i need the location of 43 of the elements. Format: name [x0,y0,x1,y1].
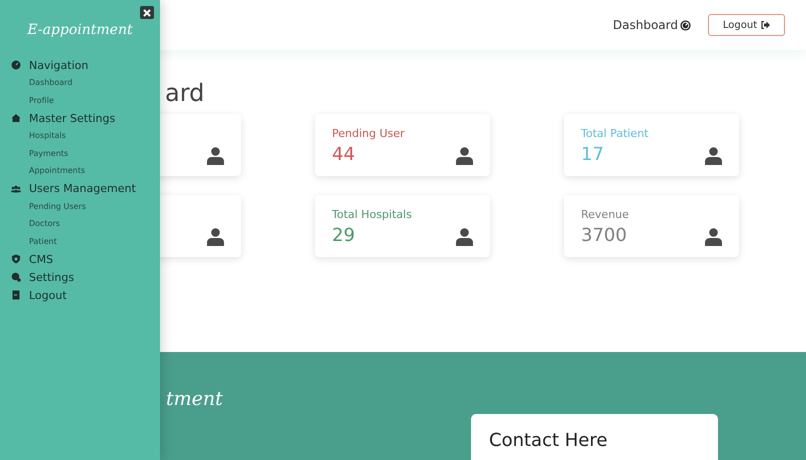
user-icon [207,228,224,246]
card-title: Revenue [581,208,629,221]
gauge-icon [11,60,21,70]
sidebar-item[interactable]: Profile [11,92,160,109]
sidebar-section[interactable]: Users Management [11,180,160,198]
page-title: ard [165,78,204,108]
close-button[interactable] [140,6,154,19]
user-icon [705,228,722,246]
sidebar-section[interactable]: CMS [11,250,160,268]
card-value: 17 [581,144,605,165]
sidebar-section[interactable]: Settings [11,268,160,286]
sidebar-item[interactable]: Doctors [11,215,160,232]
users-icon [11,184,21,194]
sidebar-item[interactable]: Pending Users [11,198,160,215]
logout-icon [761,21,770,29]
user-icon [456,228,473,246]
card-value: 29 [332,225,356,246]
home-icon [11,113,21,123]
dashboard-link[interactable]: Dashboard [612,18,691,32]
user-icon [705,147,722,165]
card-title: Total Patient [581,127,648,140]
card-value: 3700 [581,225,628,246]
sidebar-item[interactable]: Payments [11,144,160,162]
logout-icon [11,290,21,300]
sidebar-item[interactable]: Patient [11,232,160,250]
close-icon [143,8,151,16]
sidebar-section[interactable]: Logout [11,286,160,304]
gauge-icon [680,20,691,30]
contact-title: Contact Here [489,430,608,451]
sidebar-brand: E-appointment [27,22,133,38]
sidebar-item[interactable]: Hospitals [11,127,160,144]
user-icon [456,147,473,165]
card-title: Pending User [332,127,405,140]
sidebar-section[interactable]: Master Settings [11,109,160,127]
sidebar-item[interactable]: Appointments [11,162,160,180]
card-value: 44 [332,144,356,165]
card-title: Total Hospitals [332,208,412,221]
sidebar-section[interactable]: Navigation [11,56,160,74]
user-icon [207,147,224,165]
sidebar-item[interactable]: Dashboard [11,74,160,92]
footer-brand: tment [166,388,223,412]
shield-icon [11,254,21,264]
logout-button[interactable]: Logout [708,14,785,36]
